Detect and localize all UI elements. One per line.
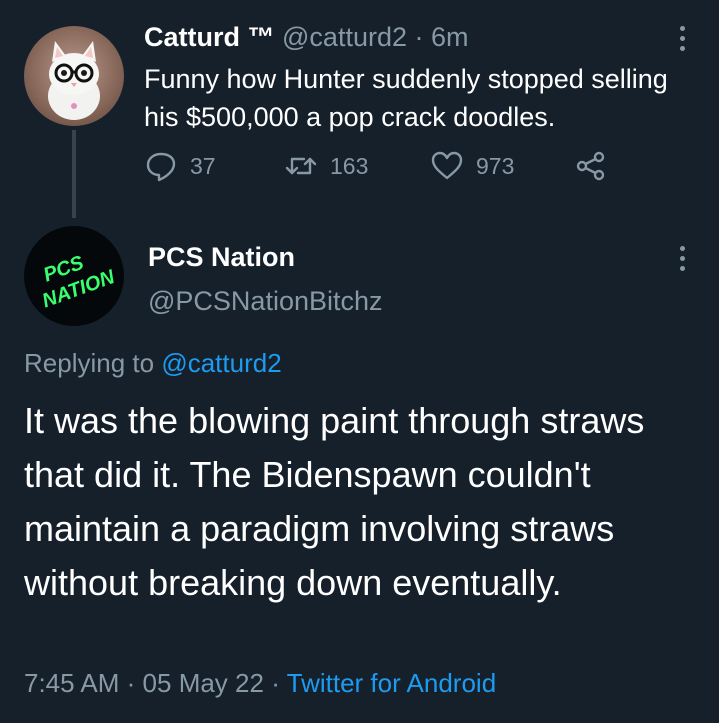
meta-separator-1: · <box>126 668 136 698</box>
parent-more-icon[interactable] <box>680 26 686 54</box>
cat-avatar-icon <box>48 41 100 120</box>
tweet-time[interactable]: 7:45 AM <box>24 668 119 698</box>
replying-to-link[interactable]: @catturd2 <box>161 348 281 378</box>
reply-tweet-text: It was the blowing paint through straws … <box>24 400 645 603</box>
reply-display-name[interactable]: PCS Nation <box>148 240 295 274</box>
catturd-avatar[interactable] <box>24 26 124 126</box>
pcs-nation-avatar[interactable]: PCS NATION <box>24 226 124 326</box>
parent-tweet-text: Funny how Hunter suddenly stopped sellin… <box>144 64 668 132</box>
tweet-thread: Catturd ™ @catturd2 · 6m Funny how Hunte… <box>0 0 719 723</box>
replying-to-line: Replying to @catturd2 <box>24 346 282 380</box>
header-separator: · <box>414 22 424 52</box>
reply-count: 37 <box>190 152 216 179</box>
reply-handle[interactable]: @PCSNationBitchz <box>148 284 383 318</box>
parent-handle[interactable]: @catturd2 <box>282 22 407 52</box>
like-action[interactable]: 973 <box>430 148 514 184</box>
like-count: 973 <box>476 152 515 179</box>
reply-icon <box>146 152 176 182</box>
replying-prefix: Replying to <box>24 348 155 378</box>
parent-display-name[interactable]: Catturd ™ <box>144 22 275 52</box>
tweet-date[interactable]: 05 May 22 <box>143 668 264 698</box>
retweet-icon <box>285 157 317 175</box>
heart-icon <box>431 151 463 180</box>
tweet-meta: 7:45 AM · 05 May 22 · Twitter for Androi… <box>24 666 496 700</box>
share-action[interactable] <box>574 148 608 184</box>
parent-tweet-header: Catturd ™ @catturd2 · 6m <box>144 20 469 54</box>
tweet-source[interactable]: Twitter for Android <box>287 668 497 698</box>
retweet-count: 163 <box>330 152 369 179</box>
reply-action[interactable]: 37 <box>144 148 216 184</box>
thread-line <box>72 130 76 218</box>
pcs-nation-logo-icon: PCS NATION <box>39 252 118 313</box>
meta-separator-2: · <box>271 668 280 698</box>
share-icon <box>576 151 605 181</box>
parent-time[interactable]: 6m <box>431 22 469 52</box>
reply-more-icon[interactable] <box>680 246 686 274</box>
retweet-action[interactable]: 163 <box>284 148 368 184</box>
